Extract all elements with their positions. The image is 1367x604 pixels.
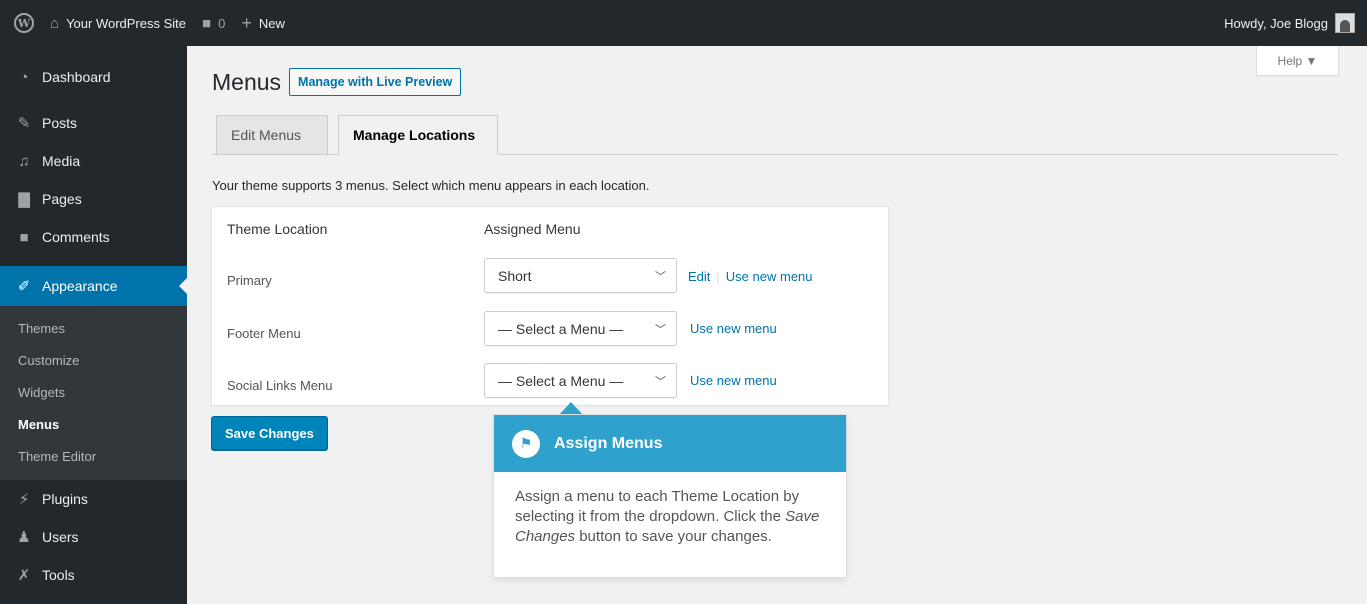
assign-menus-pointer: ⚑ Assign Menus Assign a menu to each The…: [493, 414, 847, 578]
edit-menu-link[interactable]: Edit: [688, 269, 710, 284]
admin-sidebar: ◔ Dashboard ✎ Posts ♫ Media ▇ Pages ■ Co…: [0, 46, 187, 604]
flag-icon: ⚑: [512, 429, 540, 458]
pointer-body: Assign a menu to each Theme Location by …: [494, 472, 846, 547]
social-links-menu-select[interactable]: — Select a Menu — ﹀: [484, 363, 677, 398]
menu-locations-table: Theme Location Assigned Menu Primary Sho…: [211, 206, 889, 406]
wp-logo-menu[interactable]: W: [0, 0, 42, 46]
save-changes-button[interactable]: Save Changes: [211, 416, 328, 450]
pointer-text: Assign a menu to each Theme Location by …: [515, 488, 800, 525]
manage-live-preview-button[interactable]: Manage with Live Preview: [289, 68, 462, 96]
sidebar-item-users[interactable]: ♟ Users: [0, 518, 187, 556]
row-links: Use new menu: [690, 373, 777, 388]
sidebar-item-media[interactable]: ♫ Media: [0, 142, 187, 180]
sidebar-item-label: Media: [42, 153, 81, 169]
sidebar-item-label: Posts: [42, 115, 78, 131]
sidebar-item-plugins[interactable]: ⚡ Plugins: [0, 480, 187, 518]
new-content-link[interactable]: + New: [233, 0, 293, 46]
sidebar-item-pages[interactable]: ▇ Pages: [0, 180, 187, 218]
footer-menu-select[interactable]: — Select a Menu — ﹀: [484, 311, 677, 346]
use-new-menu-link[interactable]: Use new menu: [690, 321, 777, 336]
nav-tabs: Edit Menus Manage Locations: [212, 115, 1338, 155]
submenu-item-widgets[interactable]: Widgets: [0, 376, 187, 408]
chevron-down-icon: ﹀: [655, 271, 666, 283]
tab-edit-menus[interactable]: Edit Menus: [216, 115, 328, 155]
sidebar-item-label: Appearance: [42, 278, 118, 294]
howdy-text: Howdy, Joe Blogg: [1224, 15, 1328, 31]
comment-bubble-icon: ■: [202, 14, 212, 32]
row-links: Use new menu: [690, 321, 777, 336]
pointer-header: ⚑ Assign Menus: [494, 415, 846, 472]
comment-icon: ■: [19, 228, 29, 246]
comments-link[interactable]: ■ 0: [194, 0, 233, 46]
submenu-item-theme-editor[interactable]: Theme Editor: [0, 440, 187, 472]
submenu-item-menus[interactable]: Menus: [0, 408, 187, 440]
sidebar-item-appearance[interactable]: ✐ Appearance: [0, 266, 187, 306]
sidebar-item-posts[interactable]: ✎ Posts: [0, 104, 187, 142]
sidebar-item-label: Users: [42, 529, 79, 545]
sidebar-item-dashboard[interactable]: ◔ Dashboard: [0, 58, 187, 96]
wrench-icon: ✗: [17, 567, 31, 584]
column-header-location: Theme Location: [227, 221, 328, 237]
page-header: Menus Manage with Live Preview: [212, 68, 462, 96]
sidebar-item-label: Tools: [42, 567, 75, 583]
chevron-down-icon: ﹀: [655, 376, 666, 388]
select-value: — Select a Menu —: [498, 320, 624, 337]
primary-menu-select[interactable]: Short ﹀: [484, 258, 677, 293]
page-icon: ▇: [18, 191, 30, 208]
sidebar-item-tools[interactable]: ✗ Tools: [0, 556, 187, 594]
column-header-menu: Assigned Menu: [484, 221, 581, 237]
use-new-menu-link[interactable]: Use new menu: [726, 269, 813, 284]
use-new-menu-link[interactable]: Use new menu: [690, 373, 777, 388]
select-value: — Select a Menu —: [498, 372, 624, 389]
submenu-item-customize[interactable]: Customize: [0, 344, 187, 376]
home-icon: ⌂: [50, 14, 60, 32]
pointer-text: button to save your changes.: [575, 528, 772, 545]
site-name-link[interactable]: ⌂ Your WordPress Site: [42, 0, 194, 46]
intro-text: Your theme supports 3 menus. Select whic…: [212, 178, 650, 193]
row-links: Edit | Use new menu: [688, 269, 813, 284]
plus-icon: +: [241, 12, 252, 33]
site-name: Your WordPress Site: [66, 15, 187, 31]
dashboard-icon: ◔: [19, 68, 29, 86]
media-icon: ♫: [18, 152, 30, 170]
location-name: Footer Menu: [227, 326, 301, 341]
select-value: Short: [498, 267, 532, 284]
plug-icon: ⚡: [18, 491, 30, 508]
location-name: Social Links Menu: [227, 378, 333, 393]
page-title: Menus: [212, 68, 282, 95]
pointer-title: Assign Menus: [554, 434, 663, 452]
chevron-down-icon: ﹀: [655, 324, 666, 336]
wordpress-logo-icon: W: [14, 13, 34, 33]
sidebar-item-label: Comments: [42, 229, 110, 245]
location-name: Primary: [227, 273, 272, 288]
my-account-link[interactable]: Howdy, Joe Blogg: [1224, 13, 1367, 33]
sidebar-item-label: Pages: [42, 191, 82, 207]
users-icon: ♟: [17, 529, 31, 546]
pin-icon: ✎: [17, 115, 31, 132]
submenu-item-themes[interactable]: Themes: [0, 312, 187, 344]
admin-bar: W ⌂ Your WordPress Site ■ 0 + New Howdy,…: [0, 0, 1367, 46]
sidebar-item-comments[interactable]: ■ Comments: [0, 218, 187, 256]
link-separator: |: [716, 269, 720, 284]
comments-count: 0: [218, 15, 226, 31]
sidebar-item-label: Dashboard: [42, 69, 111, 85]
sidebar-item-label: Plugins: [42, 491, 88, 507]
paintbrush-icon: ✐: [17, 278, 31, 295]
tab-manage-locations[interactable]: Manage Locations: [338, 115, 498, 155]
avatar: [1335, 13, 1355, 33]
new-label: New: [258, 15, 285, 31]
current-menu-arrow: [179, 278, 187, 294]
appearance-submenu: Themes Customize Widgets Menus Theme Edi…: [0, 306, 187, 480]
